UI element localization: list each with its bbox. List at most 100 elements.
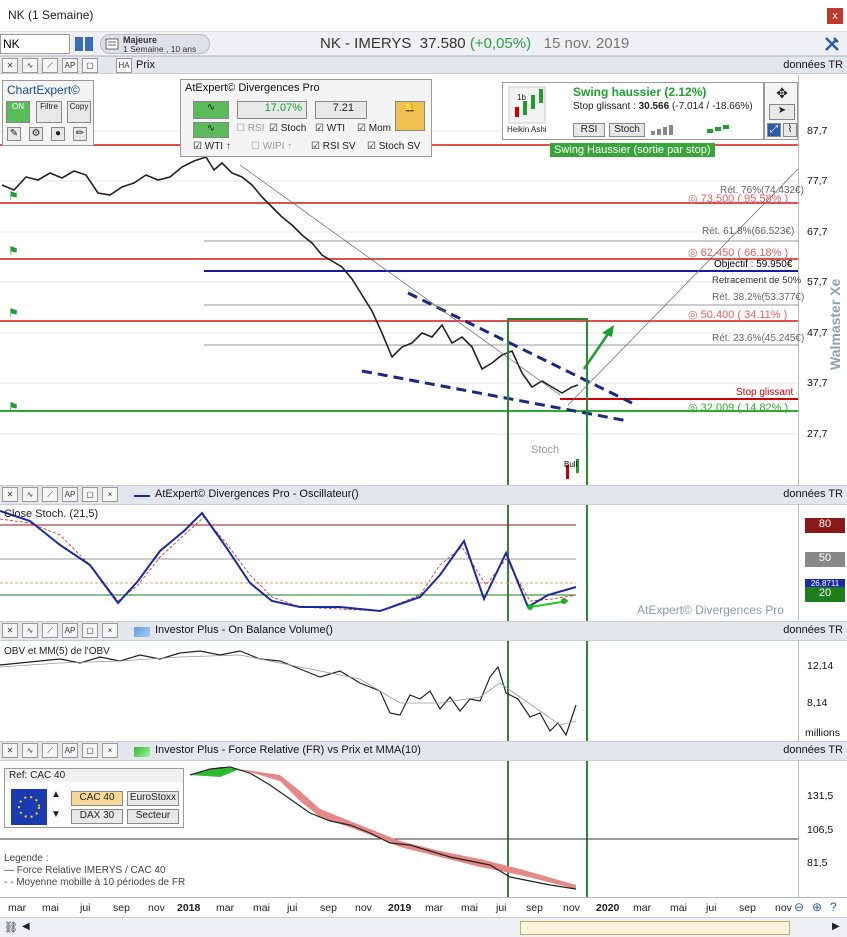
indicator-icon[interactable]: ∿ bbox=[22, 743, 38, 758]
wipi-check[interactable]: ☐ WIPI ↑ bbox=[251, 141, 292, 152]
horizontal-scrollbar[interactable]: ⛓ ◀ ▶ bbox=[0, 917, 847, 937]
obv-chart[interactable] bbox=[0, 641, 798, 741]
close-pane-icon[interactable]: × bbox=[102, 623, 118, 638]
data-source-label[interactable]: données TR bbox=[783, 59, 843, 71]
chartexpert-panel: ChartExpert© ON Filtre Copy ✎ ⚙ ● ✏ bbox=[2, 80, 94, 146]
x-tick: 2018 bbox=[177, 902, 201, 914]
drawing-icon[interactable]: ⟋ bbox=[42, 487, 58, 502]
fr-pane-title: Investor Plus - Force Relative (FR) vs P… bbox=[155, 744, 421, 756]
tools-icon[interactable]: ✕ bbox=[2, 487, 18, 502]
on-button[interactable]: ON bbox=[6, 101, 30, 123]
tools-icon[interactable] bbox=[823, 35, 841, 53]
scroll-right-icon[interactable]: ▶ bbox=[832, 921, 840, 932]
watchlist-selector[interactable]: Majeure 1 Semaine , 10 ans bbox=[100, 34, 210, 54]
data-source-label[interactable]: données TR bbox=[783, 744, 843, 756]
drawing-icon[interactable]: ⟋ bbox=[42, 623, 58, 638]
ap-icon[interactable]: AP bbox=[62, 743, 78, 758]
y-tick: 106,5 bbox=[807, 824, 834, 836]
up-arrow-icon[interactable]: ▲ bbox=[51, 789, 61, 800]
window-icon[interactable]: ▢ bbox=[82, 487, 98, 502]
wave-button-2[interactable]: ∿ bbox=[193, 122, 229, 138]
rsi-button[interactable]: RSI bbox=[573, 123, 605, 137]
help-icon[interactable]: ? bbox=[830, 900, 837, 914]
drawing-icon[interactable]: ⟋ bbox=[42, 743, 58, 758]
indicator-icon[interactable]: ∿ bbox=[22, 623, 38, 638]
x-tick: mar bbox=[216, 902, 235, 914]
wti-check-2[interactable]: ☑ WTI ↑ bbox=[193, 141, 231, 152]
value-button[interactable]: 7.21 bbox=[315, 101, 367, 119]
close-pane-icon[interactable]: × bbox=[102, 487, 118, 502]
scroll-left-icon[interactable]: ◀ bbox=[22, 921, 30, 932]
filter-button[interactable]: Filtre bbox=[36, 101, 62, 123]
dax30-button[interactable]: DAX 30 bbox=[71, 809, 123, 824]
expand-icon[interactable]: ⤢ bbox=[767, 123, 781, 137]
close-pane-icon[interactable]: × bbox=[102, 743, 118, 758]
x-tick: mai bbox=[42, 902, 59, 914]
heikin-ashi-icon[interactable]: HA bbox=[116, 58, 132, 73]
cac40-button[interactable]: CAC 40 bbox=[71, 791, 123, 806]
tool-icon-2[interactable]: ⚙ bbox=[29, 127, 43, 141]
copy-button[interactable]: Copy bbox=[67, 101, 91, 123]
window-icon[interactable]: ▢ bbox=[82, 743, 98, 758]
ap-icon[interactable]: AP bbox=[62, 58, 78, 73]
mom-check[interactable]: ☑ Mom bbox=[357, 123, 391, 134]
obv-pane-toolbar: ✕ ∿ ⟋ AP ▢ × Investor Plus - On Balance … bbox=[0, 621, 847, 641]
tool-icon-3[interactable]: ● bbox=[51, 127, 65, 141]
legend-item-2: - - Moyenne mobille à 10 périodes de FR bbox=[4, 877, 186, 888]
arrow-button[interactable]: ➤ bbox=[769, 104, 795, 120]
timeframe-tag: 1b bbox=[517, 93, 526, 102]
x-tick: sep bbox=[113, 902, 130, 914]
rsi-sv-check[interactable]: ☑ RSI SV bbox=[311, 141, 356, 152]
tools-icon[interactable]: ✕ bbox=[2, 623, 18, 638]
down-arrow-icon[interactable]: ▼ bbox=[51, 809, 61, 820]
scroll-thumb[interactable] bbox=[520, 921, 790, 935]
tool-icon-1[interactable]: ✎ bbox=[7, 127, 21, 141]
wti-check[interactable]: ☑ WTI bbox=[315, 123, 345, 134]
x-tick: mar bbox=[633, 902, 652, 914]
signal-strength-icon bbox=[651, 125, 729, 135]
ap-icon[interactable]: AP bbox=[62, 623, 78, 638]
rsi-check[interactable]: ☐ RSI bbox=[236, 123, 264, 134]
indicator-icon[interactable]: ∿ bbox=[22, 487, 38, 502]
divergences-panel: AtExpert© Divergences Pro ∿ 17.07% 7.21 … bbox=[180, 79, 432, 157]
zoom-out-icon[interactable]: ⊖ bbox=[794, 900, 804, 914]
close-window-button[interactable]: x bbox=[827, 8, 843, 24]
indicator-icon[interactable]: ∿ bbox=[22, 58, 38, 73]
ap-icon[interactable]: AP bbox=[62, 487, 78, 502]
swing-title: Swing haussier (2.12%) bbox=[573, 85, 707, 99]
move-icon[interactable]: ✥ bbox=[771, 85, 793, 101]
x-tick: mar bbox=[8, 902, 27, 914]
tool-icon-4[interactable]: ✏ bbox=[73, 127, 87, 141]
drawing-icon[interactable]: ⟋ bbox=[42, 58, 58, 73]
wave-button[interactable]: ∿ bbox=[193, 101, 229, 119]
chart-icon[interactable]: ⌇ bbox=[783, 123, 797, 137]
sector-button[interactable]: Secteur bbox=[127, 809, 179, 824]
swing-banner: Swing Haussier (sortie par stop) bbox=[550, 143, 715, 157]
window-titlebar: NK (1 Semaine) x bbox=[0, 0, 847, 32]
legend-title: Legende : bbox=[4, 853, 49, 864]
divergences-title: AtExpert© Divergences Pro bbox=[185, 82, 320, 94]
tools-icon[interactable]: ✕ bbox=[2, 58, 18, 73]
x-tick: jui bbox=[287, 902, 298, 914]
tools-icon[interactable]: ✕ bbox=[2, 743, 18, 758]
level-50-badge: 50 bbox=[805, 552, 845, 567]
pct-button[interactable]: 17.07% bbox=[237, 101, 307, 119]
x-tick: sep bbox=[526, 902, 543, 914]
stoch-button[interactable]: Stoch bbox=[609, 123, 645, 137]
level-32009-label: ◎ 32.009 ( 14.82% ) bbox=[688, 402, 789, 414]
window-icon[interactable]: ▢ bbox=[82, 623, 98, 638]
book-icon[interactable] bbox=[74, 35, 94, 53]
link-icon[interactable]: ⛓ bbox=[4, 921, 18, 934]
bell-icon[interactable]: 🔔 bbox=[395, 101, 425, 131]
symbol-input[interactable] bbox=[0, 34, 70, 54]
stoch-check[interactable]: ☑ Stoch bbox=[269, 123, 306, 134]
zoom-in-icon[interactable]: ⊕ bbox=[812, 900, 822, 914]
data-source-label[interactable]: données TR bbox=[783, 624, 843, 636]
data-source-label[interactable]: données TR bbox=[783, 488, 843, 500]
y-tick: 12,14 bbox=[807, 660, 834, 672]
y-tick: 57,7 bbox=[807, 276, 828, 288]
x-tick: sep bbox=[320, 902, 337, 914]
window-icon[interactable]: ▢ bbox=[82, 58, 98, 73]
stoch-sv-check[interactable]: ☑ Stoch SV bbox=[367, 141, 420, 152]
eurostoxx-button[interactable]: EuroStoxx bbox=[127, 791, 179, 806]
